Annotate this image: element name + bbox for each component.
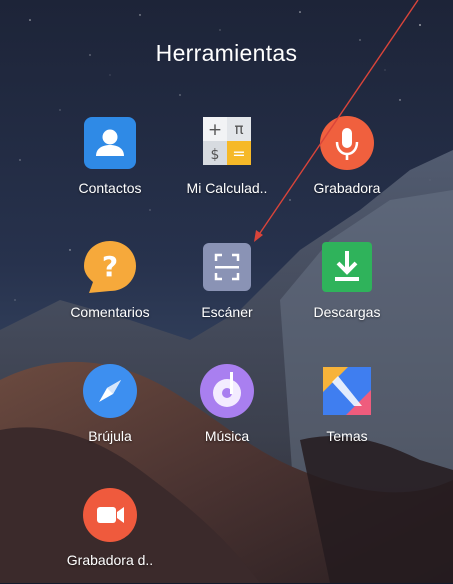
- app-label: Grabadora: [313, 180, 381, 196]
- app-label: Contactos: [78, 180, 142, 196]
- app-mi-calculadora[interactable]: + π $ = Mi Calculad..: [169, 114, 285, 212]
- app-label: Grabadora d..: [66, 552, 154, 568]
- music-icon: [198, 362, 256, 420]
- feedback-question-icon: ?: [81, 238, 139, 296]
- themes-icon: [318, 362, 376, 420]
- microphone-icon: [318, 114, 376, 172]
- contacts-icon: [81, 114, 139, 172]
- svg-text:?: ?: [102, 250, 118, 283]
- app-temas[interactable]: Temas: [289, 362, 405, 460]
- app-musica[interactable]: Música: [169, 362, 285, 460]
- app-descargas[interactable]: Descargas: [289, 238, 405, 336]
- app-label: Escáner: [201, 304, 253, 320]
- app-label: Brújula: [88, 428, 132, 444]
- app-grabadora[interactable]: Grabadora: [289, 114, 405, 212]
- compass-icon: [81, 362, 139, 420]
- app-escaner[interactable]: Escáner: [169, 238, 285, 336]
- scanner-icon: [198, 238, 256, 296]
- app-folder-grid: Contactos + π $ = Mi Calculad.. Grabador…: [0, 0, 453, 583]
- app-label: Comentarios: [70, 304, 150, 320]
- svg-text:=: =: [232, 144, 245, 163]
- download-icon: [318, 238, 376, 296]
- app-grabadora-de-pantalla[interactable]: Grabadora d..: [52, 486, 168, 584]
- svg-text:+: +: [208, 120, 222, 140]
- svg-text:π: π: [234, 120, 243, 138]
- app-comentarios[interactable]: ? Comentarios: [52, 238, 168, 336]
- screen-recorder-icon: [81, 486, 139, 544]
- app-label: Temas: [326, 428, 368, 444]
- app-label: Música: [204, 428, 250, 444]
- app-contactos[interactable]: Contactos: [52, 114, 168, 212]
- calculator-icon: + π $ =: [198, 114, 256, 172]
- svg-text:$: $: [211, 147, 220, 163]
- app-brujula[interactable]: Brújula: [52, 362, 168, 460]
- app-label: Descargas: [313, 304, 381, 320]
- app-label: Mi Calculad..: [186, 180, 268, 196]
